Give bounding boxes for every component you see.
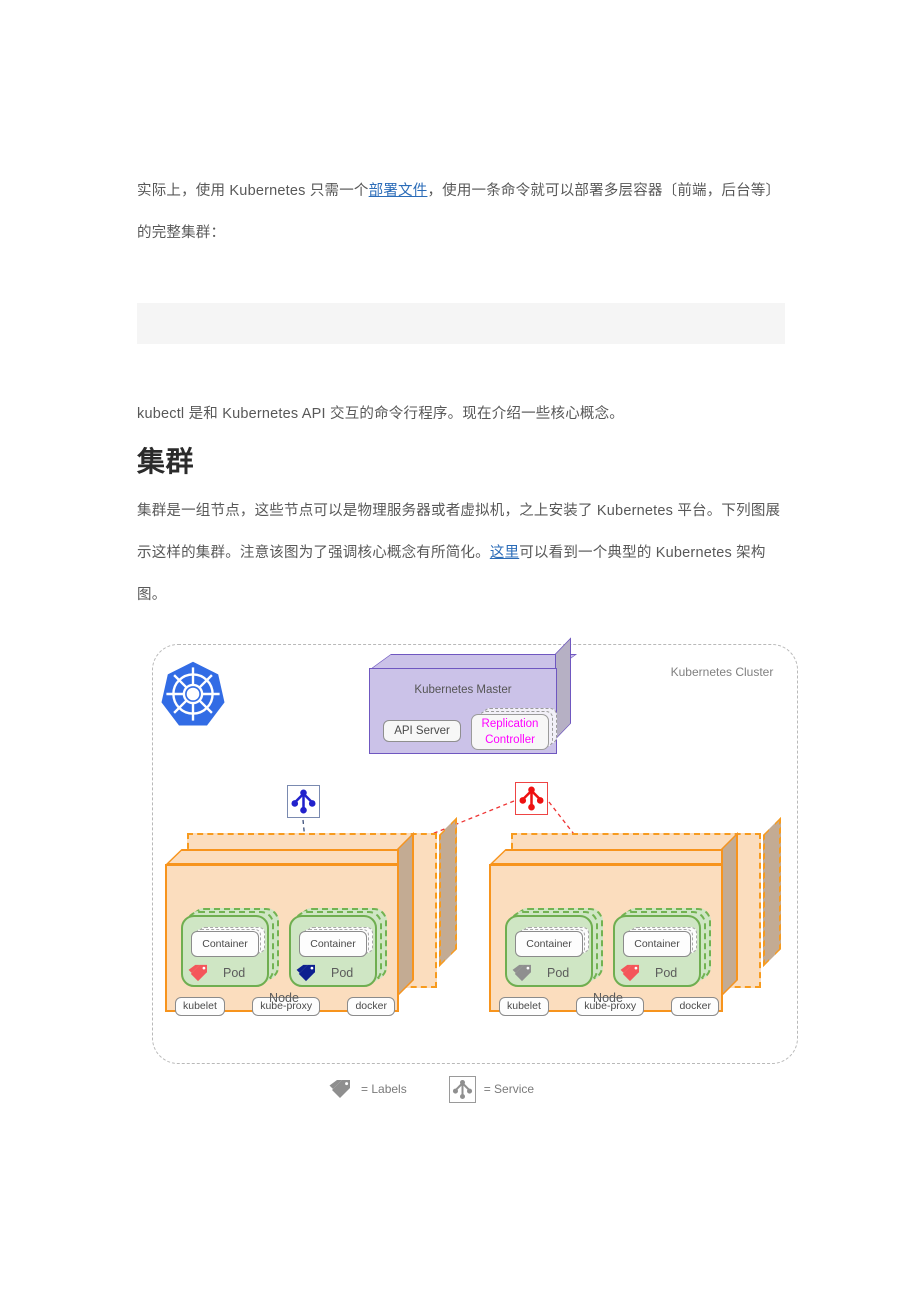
legend-labels-text: = Labels bbox=[361, 1082, 407, 1096]
kubernetes-cluster-diagram: Kubernetes Cluster Kubernetes Master API… bbox=[137, 630, 798, 1110]
node-label: Node bbox=[269, 991, 299, 1005]
cluster-label: Kubernetes Cluster bbox=[670, 665, 774, 679]
legend-service-text: = Service bbox=[483, 1082, 535, 1096]
node-ghost-side-face bbox=[763, 817, 781, 967]
master-box-side-face bbox=[555, 637, 571, 740]
kubernetes-logo bbox=[158, 659, 228, 729]
pod-label-row: Pod bbox=[295, 961, 377, 985]
legend-service: = Service bbox=[448, 1075, 535, 1103]
container-box: Container bbox=[623, 931, 691, 957]
service-icon-gray bbox=[448, 1075, 476, 1103]
page-title: 集群 bbox=[137, 446, 195, 477]
container-box: Container bbox=[191, 931, 259, 957]
api-server-box: API Server bbox=[383, 720, 461, 742]
node-label: Node bbox=[593, 991, 623, 1005]
legend-labels: = Labels bbox=[327, 1079, 407, 1099]
paragraph-kubectl: kubectl 是和 Kubernetes API 交互的命令行程序。现在介绍一… bbox=[137, 406, 624, 422]
pod-front: Container Pod bbox=[505, 915, 593, 987]
node-side-face bbox=[721, 832, 738, 997]
node-front-face: Container Pod Container Pod kubelet kube… bbox=[489, 864, 723, 1016]
code-block bbox=[137, 303, 785, 344]
deployment-file-link[interactable]: 部署文件 bbox=[369, 183, 428, 199]
pod-label: Pod bbox=[655, 966, 678, 980]
container-stack: Container bbox=[299, 927, 373, 957]
document-page: 实际上，使用 Kubernetes 只需一个部署文件，使用一条命令就可以部署多层… bbox=[0, 0, 920, 1302]
pod-front: Container Pod bbox=[181, 915, 269, 987]
service-icon-red bbox=[515, 782, 548, 815]
node-top-face bbox=[489, 849, 738, 865]
here-link[interactable]: 这里 bbox=[490, 545, 519, 561]
replication-controller-line2: Controller bbox=[485, 734, 535, 746]
replication-controller-box: Replication Controller bbox=[471, 714, 549, 750]
container-stack: Container bbox=[623, 927, 697, 957]
node-ghost-side-face bbox=[439, 817, 457, 967]
kubernetes-master-box: Kubernetes Master API Server Replication… bbox=[369, 637, 584, 754]
paragraph-intro-prefix: 实际上，使用 Kubernetes 只需一个 bbox=[137, 183, 369, 199]
container-box: Container bbox=[515, 931, 583, 957]
pod-label: Pod bbox=[331, 966, 354, 980]
labels-tag-icon bbox=[620, 964, 639, 982]
pod-front: Container Pod bbox=[613, 915, 701, 987]
node-front-face: Container Pod Container Pod kubelet kube… bbox=[165, 864, 399, 1016]
pod-right: Container Pod bbox=[613, 908, 711, 990]
node-side-face bbox=[397, 832, 414, 997]
service-icon-blue bbox=[287, 785, 320, 818]
container-stack: Container bbox=[191, 927, 265, 957]
node-group-left: Container Pod Container Pod kubelet kube… bbox=[165, 817, 457, 1033]
pod-label-row: Pod bbox=[187, 961, 269, 985]
node-group-right: Container Pod Container Pod kubelet kube… bbox=[489, 817, 781, 1033]
container-box: Container bbox=[299, 931, 367, 957]
pod-label-row: Pod bbox=[619, 961, 701, 985]
labels-tag-icon bbox=[296, 964, 315, 982]
paragraph-cluster: 集群是一组节点，这些节点可以是物理服务器或者虚拟机，之上安装了 Kubernet… bbox=[137, 490, 785, 616]
pod-front: Container Pod bbox=[289, 915, 377, 987]
replication-controller-line1: Replication bbox=[481, 718, 539, 730]
replication-controller-stack: Replication Controller bbox=[471, 708, 557, 750]
pod-label-row: Pod bbox=[511, 961, 593, 985]
pod-right: Container Pod bbox=[289, 908, 387, 990]
labels-tag-icon bbox=[188, 964, 207, 982]
pod-label: Pod bbox=[223, 966, 246, 980]
pod-left: Container Pod bbox=[181, 908, 279, 990]
labels-tag-icon bbox=[329, 1080, 350, 1098]
diagram-legend: = Labels = Service bbox=[327, 1075, 627, 1103]
paragraph-intro: 实际上，使用 Kubernetes 只需一个部署文件，使用一条命令就可以部署多层… bbox=[137, 170, 785, 254]
master-title: Kubernetes Master bbox=[414, 684, 512, 696]
container-stack: Container bbox=[515, 927, 589, 957]
pod-left: Container Pod bbox=[505, 908, 603, 990]
labels-tag-icon bbox=[512, 964, 531, 982]
pod-label: Pod bbox=[547, 966, 570, 980]
node-top-face bbox=[165, 849, 414, 865]
